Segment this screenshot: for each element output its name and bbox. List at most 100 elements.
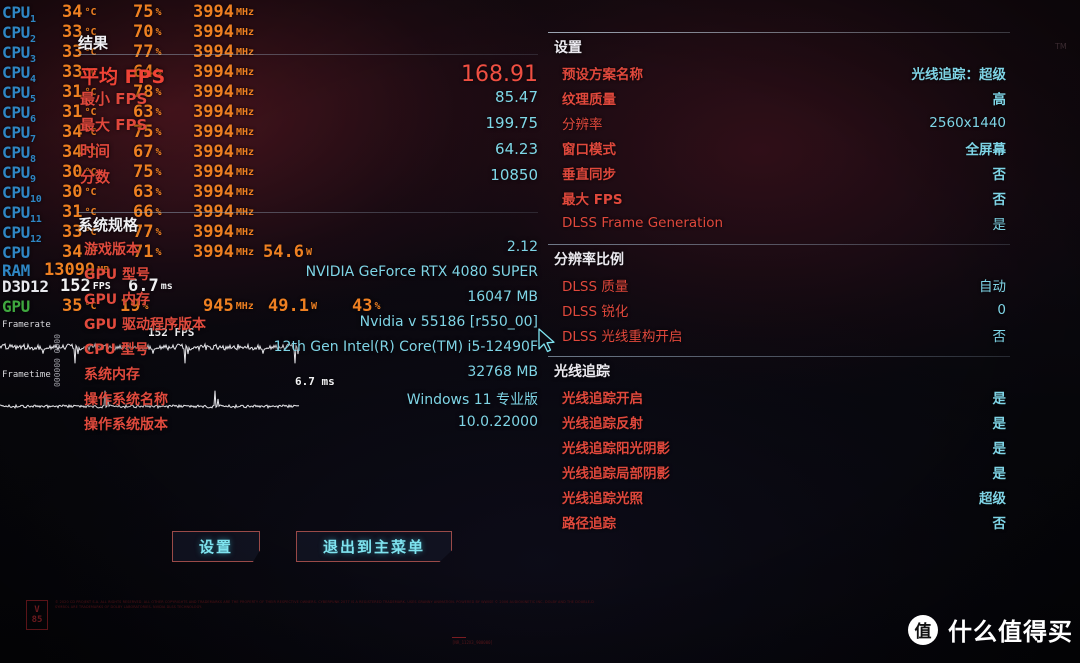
benchmark-row: 时间 64.23: [78, 140, 538, 166]
setting-value: 是: [992, 440, 1007, 457]
benchmark-title: 结果: [78, 34, 109, 52]
setting-label: 路径追踪: [562, 515, 616, 532]
spec-label: 操作系统版本: [84, 417, 168, 433]
setting-label: 分辨率: [562, 116, 603, 133]
brand-logo-icon: 值: [908, 614, 938, 645]
setting-label: DLSS 锐化: [562, 303, 629, 320]
spec-label: CPU 型号: [84, 342, 149, 358]
corner-trademark: TM: [1055, 42, 1067, 51]
spec-value: 12th Gen Intel(R) Core(TM) i5-12490F: [273, 339, 538, 355]
spec-row: GPU 内存 16047 MB: [78, 289, 538, 314]
settings-section-title: 设置: [554, 40, 582, 56]
spec-label: 系统内存: [84, 367, 140, 383]
setting-label: 光线追踪反射: [562, 415, 643, 432]
settings-row[interactable]: 垂直同步 否: [548, 160, 1010, 185]
setting-label: 光线追踪开启: [562, 390, 643, 407]
spec-row: GPU 型号 NVIDIA GeForce RTX 4080 SUPER: [78, 264, 538, 289]
spec-label: 操作系统名称: [84, 392, 168, 408]
ray-tracing-row[interactable]: 光线追踪局部阴影 是: [548, 459, 1010, 484]
version-badge-top: V: [34, 605, 40, 615]
settings-button[interactable]: 设置: [172, 531, 261, 562]
small-tag-dash: [452, 637, 466, 638]
settings-row[interactable]: 预设方案名称 光线追踪：超级: [548, 60, 1010, 85]
ray-tracing-row[interactable]: 路径追踪 否: [548, 509, 1010, 534]
osd-value: 77%: [133, 42, 162, 62]
benchmark-label: 最大 FPS: [80, 116, 148, 134]
ray-tracing-row[interactable]: 光线追踪开启 是: [548, 384, 1010, 409]
ray-tracing-row[interactable]: 光线追踪光照 超级: [548, 484, 1010, 509]
setting-value: 否: [992, 328, 1007, 345]
benchmark-label: 最小 FPS: [80, 90, 148, 108]
osd-value: 34 °C: [62, 2, 97, 22]
setting-label: 预设方案名称: [562, 66, 643, 83]
exit-to-main-menu-button[interactable]: 退出到主菜单: [296, 531, 453, 562]
ray-tracing-row[interactable]: 光线追踪反射 是: [548, 409, 1010, 434]
benchmark-value: 85.47: [495, 88, 538, 106]
resolution-scale-rows: DLSS 质量 自动 DLSS 锐化 0 DLSS 光线重构开启 否: [548, 272, 1010, 347]
resolution-scale-row[interactable]: DLSS 锐化 0: [548, 297, 1010, 322]
benchmark-divider-bottom: [78, 212, 538, 213]
osd-value: 3994MHz: [193, 42, 255, 62]
benchmark-value: 64.23: [495, 140, 538, 158]
settings-row[interactable]: 纹理质量 高: [548, 85, 1010, 110]
setting-value: 是: [992, 216, 1007, 233]
setting-value: 是: [992, 465, 1007, 482]
osd-label: GPU: [2, 297, 30, 316]
benchmark-row: 平均 FPS 168.91: [78, 62, 538, 88]
benchmark-label: 平均 FPS: [80, 66, 166, 88]
setting-value: 2560x1440: [929, 114, 1006, 131]
spec-row: 系统内存 32768 MB: [78, 364, 538, 389]
spec-row: 操作系统版本 10.0.22000: [78, 414, 538, 439]
version-badge: V 85: [26, 600, 48, 630]
benchmark-label: 分数: [80, 168, 111, 186]
resolution-scale-row[interactable]: DLSS 光线重构开启 否: [548, 322, 1010, 347]
osd-value: 3994MHz: [193, 2, 255, 22]
spec-value: Windows 11 专业版: [406, 392, 538, 408]
spec-value: Nvidia v 55186 [r550_00]: [359, 314, 538, 330]
spec-value: NVIDIA GeForce RTX 4080 SUPER: [305, 264, 538, 280]
spec-value: 2.12: [506, 239, 538, 255]
spec-label: GPU 驱动程序版本: [84, 317, 206, 333]
setting-label: DLSS Frame Generation: [562, 214, 724, 231]
setting-label: 窗口模式: [562, 141, 616, 158]
spec-row: CPU 型号 12th Gen Intel(R) Core(TM) i5-1249…: [78, 339, 538, 364]
setting-value: 否: [992, 191, 1007, 208]
resolution-scale-row[interactable]: DLSS 质量 自动: [548, 272, 1010, 297]
setting-label: 纹理质量: [562, 91, 616, 108]
spec-label: GPU 内存: [84, 292, 150, 308]
setting-value: 否: [992, 166, 1007, 183]
framerate-graph-side-label: 0000 000000: [52, 334, 61, 387]
site-watermark: 值 什么值得买: [908, 612, 1073, 647]
spec-value: 32768 MB: [467, 364, 538, 380]
benchmark-row: 最大 FPS 199.75: [78, 114, 538, 140]
setting-label: 最大 FPS: [562, 191, 623, 208]
ray-tracing-title: 光线追踪: [554, 364, 610, 380]
version-badge-bottom: 85: [31, 615, 43, 625]
setting-value: 是: [992, 415, 1007, 432]
setting-value: 自动: [979, 278, 1006, 295]
benchmark-row: 最小 FPS 85.47: [78, 88, 538, 114]
resolution-scale-title: 分辨率比例: [554, 252, 624, 268]
settings-row[interactable]: 分辨率 2560x1440: [548, 110, 1010, 135]
frametime-graph-label: Frametime: [2, 370, 51, 380]
spec-row: 操作系统名称 Windows 11 专业版: [78, 389, 538, 414]
ray-tracing-row[interactable]: 光线追踪阳光阴影 是: [548, 434, 1010, 459]
benchmark-row: 分数 10850: [78, 166, 538, 192]
settings-row[interactable]: DLSS Frame Generation 是: [548, 210, 1010, 235]
setting-value: 光线追踪：超级: [911, 66, 1007, 83]
setting-value: 0: [997, 301, 1006, 318]
settings-row[interactable]: 最大 FPS 否: [548, 185, 1010, 210]
brand-name: 什么值得买: [948, 618, 1073, 646]
benchmark-label: 时间: [80, 142, 111, 160]
setting-value: 否: [992, 515, 1007, 532]
spec-label: 游戏版本: [84, 242, 140, 258]
settings-row[interactable]: 窗口模式 全屏幕: [548, 135, 1010, 160]
setting-label: 光线追踪阳光阴影: [562, 440, 670, 457]
spec-value: 10.0.22000: [457, 414, 538, 430]
setting-value: 全屏幕: [965, 141, 1007, 158]
osd-value: 70%: [133, 22, 162, 42]
legal-text: © 2020 CD PROJEKT S.A. ALL RIGHTS RESERV…: [55, 600, 594, 610]
spec-label: GPU 型号: [84, 267, 150, 283]
settings-rows: 预设方案名称 光线追踪：超级纹理质量 高分辨率 2560x1440 窗口模式 全屏幕垂直同…: [548, 60, 1010, 235]
spec-row: GPU 驱动程序版本 Nvidia v 55186 [r550_00]: [78, 314, 538, 339]
